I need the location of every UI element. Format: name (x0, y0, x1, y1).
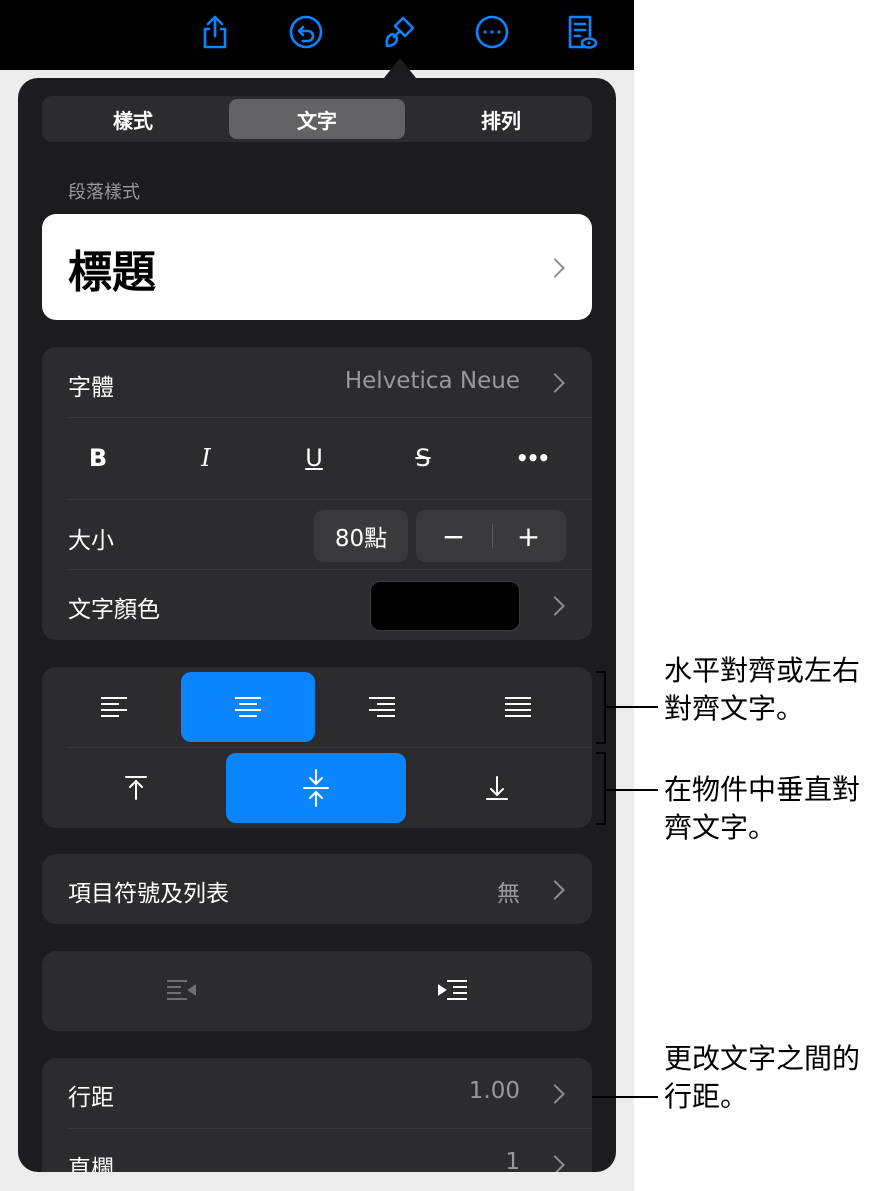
font-label: 字體 (68, 375, 114, 401)
indent-group (42, 951, 592, 1031)
align-bottom-button[interactable] (408, 753, 586, 823)
align-right-icon (369, 697, 395, 717)
format-popover: 樣式 文字 排列 段落樣式 標題 字體 Helvetica Neue B I U… (18, 78, 616, 1172)
callout-spacing-line (592, 1096, 658, 1098)
bullets-lists-value: 無 (497, 881, 520, 907)
popover-arrow (384, 58, 416, 78)
chevron-right-icon (545, 596, 565, 616)
text-color-label: 文字顏色 (68, 597, 160, 623)
line-spacing-label: 行距 (68, 1085, 114, 1111)
underline-button[interactable]: U (284, 438, 344, 478)
line-spacing-value: 1.00 (468, 1078, 520, 1104)
chevron-right-icon (545, 373, 565, 393)
strikethrough-button[interactable]: S (393, 438, 453, 478)
align-top-icon (125, 776, 147, 800)
increase-indent-icon (438, 980, 467, 1000)
align-middle-button[interactable] (226, 753, 406, 823)
align-left-icon (101, 697, 127, 717)
tab-text[interactable]: 文字 (229, 99, 405, 139)
chevron-right-icon (545, 1084, 565, 1104)
top-toolbar (0, 0, 634, 70)
columns-value: 1 (505, 1149, 520, 1172)
font-size-value[interactable]: 80點 (314, 510, 408, 562)
text-color-swatch[interactable] (370, 581, 520, 631)
align-center-button[interactable] (181, 672, 315, 742)
decrease-indent-button[interactable] (82, 956, 282, 1026)
paintbrush-icon[interactable] (377, 10, 421, 54)
paragraph-style-section-label: 段落樣式 (68, 182, 140, 203)
paragraph-style-button[interactable]: 標題 (42, 214, 592, 320)
align-right-button[interactable] (315, 672, 449, 742)
align-middle-icon (303, 769, 329, 807)
align-left-button[interactable] (48, 672, 180, 742)
more-icon[interactable] (470, 10, 514, 54)
italic-button[interactable]: I (176, 438, 236, 478)
columns-label: 直欄 (68, 1156, 114, 1172)
more-text-options-button[interactable]: ••• (502, 438, 562, 478)
justify-button[interactable] (450, 672, 586, 742)
callout-spacing-text: 更改文字之間的 行距。 (664, 1042, 861, 1113)
reader-view-icon[interactable] (558, 10, 602, 54)
tab-arrange[interactable]: 排列 (413, 99, 589, 139)
align-top-button[interactable] (48, 753, 224, 823)
font-row[interactable]: 字體 Helvetica Neue (42, 347, 592, 417)
share-icon[interactable] (193, 10, 237, 54)
justify-icon (505, 697, 531, 717)
columns-row[interactable]: 直欄 1 (42, 1129, 592, 1172)
line-spacing-row[interactable]: 行距 1.00 (42, 1058, 592, 1128)
decrease-indent-icon (167, 980, 196, 1000)
bullets-lists-row[interactable]: 項目符號及列表 無 (42, 854, 592, 924)
bullets-lists-label: 項目符號及列表 (68, 881, 229, 907)
paragraph-style-value: 標題 (68, 247, 156, 298)
font-settings-group: 字體 Helvetica Neue B I U S ••• 大小 80點 − +… (42, 347, 592, 640)
callout-vertical-text: 在物件中垂直對 齊文字。 (664, 773, 861, 844)
font-value: Helvetica Neue (344, 368, 520, 394)
chevron-right-icon (545, 258, 565, 278)
undo-icon[interactable] (284, 10, 328, 54)
decrease-size-button[interactable]: − (416, 520, 491, 553)
spacing-columns-group: 行距 1.00 直欄 1 (42, 1058, 592, 1172)
bold-button[interactable]: B (68, 438, 128, 478)
chevron-right-icon (545, 880, 565, 900)
pages-app-screen: 樣式 文字 排列 段落樣式 標題 字體 Helvetica Neue B I U… (0, 0, 634, 1191)
callout-horizontal-text: 水平對齊或左右 對齊文字。 (664, 654, 861, 725)
increase-size-button[interactable]: + (491, 520, 566, 553)
chevron-right-icon (545, 1155, 565, 1172)
align-center-icon (235, 697, 261, 717)
text-color-row[interactable]: 文字顏色 (42, 570, 592, 640)
format-tab-control: 樣式 文字 排列 (42, 96, 592, 142)
font-size-stepper: − + (416, 510, 566, 562)
alignment-group (42, 667, 592, 828)
tab-style[interactable]: 樣式 (45, 99, 221, 139)
align-bottom-icon (486, 776, 508, 800)
size-label: 大小 (68, 528, 114, 554)
increase-indent-button[interactable] (352, 956, 552, 1026)
